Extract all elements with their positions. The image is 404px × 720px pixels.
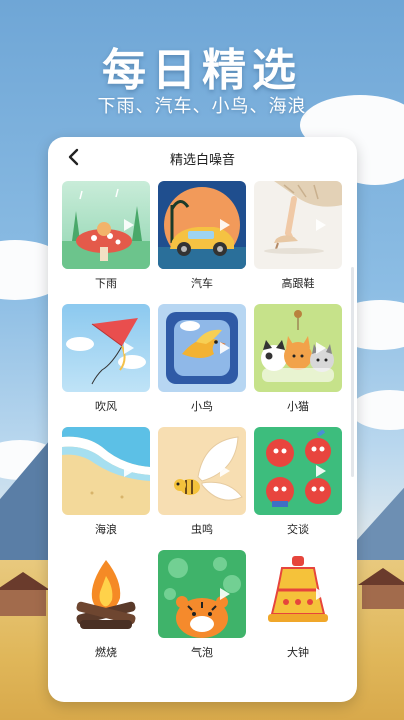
farmhouse-roof [358, 568, 404, 585]
car-illustration [158, 181, 246, 269]
sound-item-cat[interactable]: 小猫 [254, 304, 342, 427]
play-icon [316, 219, 326, 231]
play-icon [316, 465, 326, 477]
sound-label: 小鸟 [191, 400, 213, 413]
sound-item-heels[interactable]: 高跟鞋 [254, 181, 342, 304]
play-icon [124, 342, 134, 354]
play-icon [316, 588, 326, 600]
kite-illustration [62, 304, 150, 392]
sound-label: 燃烧 [95, 646, 117, 659]
play-icon [220, 342, 230, 354]
rain-mushroom-illustration [62, 181, 150, 269]
high-heel-illustration [254, 181, 342, 269]
bird-illustration [158, 304, 246, 392]
sound-label: 下雨 [95, 277, 117, 290]
play-icon [124, 465, 134, 477]
sound-item-waves[interactable]: 海浪 [62, 427, 150, 550]
app-screen-card: 精选白噪音 下雨 汽车 高跟鞋 吹风 小鸟 小猫 海浪 虫鸣 交谈 燃烧 气泡 … [48, 137, 357, 702]
farmhouse [0, 590, 46, 616]
sound-item-insects[interactable]: 虫鸣 [158, 427, 246, 550]
beach-wave-illustration [62, 427, 150, 515]
bell-illustration [254, 550, 342, 638]
promo-headline: 每日精选 [102, 45, 302, 96]
farmhouse-roof [0, 572, 50, 590]
sound-grid: 下雨 汽车 高跟鞋 吹风 小鸟 小猫 海浪 虫鸣 交谈 燃烧 气泡 大钟 [62, 181, 343, 673]
apples-chatting-illustration [254, 427, 342, 515]
page-title: 精选白噪音 [169, 153, 235, 168]
sound-label: 海浪 [95, 523, 117, 536]
top-bar: 精选白噪音 [48, 137, 357, 177]
sound-label: 吹风 [95, 400, 117, 413]
sound-item-bubbles[interactable]: 气泡 [158, 550, 246, 673]
sound-item-car[interactable]: 汽车 [158, 181, 246, 304]
sound-item-chat[interactable]: 交谈 [254, 427, 342, 550]
play-icon [124, 588, 134, 600]
play-icon [220, 219, 230, 231]
scrollbar[interactable] [351, 267, 354, 477]
campfire-illustration [62, 550, 150, 638]
sound-label: 高跟鞋 [281, 277, 315, 290]
sound-label: 小猫 [287, 400, 309, 413]
promo-subline: 下雨、汽车、小鸟、海浪 [97, 96, 307, 117]
sound-item-bird[interactable]: 小鸟 [158, 304, 246, 427]
bee-illustration [158, 427, 246, 515]
play-icon [124, 219, 134, 231]
cats-illustration [254, 304, 342, 392]
play-icon [316, 342, 326, 354]
sound-item-wind[interactable]: 吹风 [62, 304, 150, 427]
tiger-bubbles-illustration [158, 550, 246, 638]
sound-item-fire[interactable]: 燃烧 [62, 550, 150, 673]
sound-label: 交谈 [287, 523, 309, 536]
play-icon [220, 588, 230, 600]
farmhouse [362, 585, 404, 609]
sound-label: 虫鸣 [191, 523, 213, 536]
play-icon [220, 465, 230, 477]
sound-item-bell[interactable]: 大钟 [254, 550, 342, 673]
sound-label: 气泡 [191, 646, 213, 659]
sound-item-rain[interactable]: 下雨 [62, 181, 150, 304]
sound-label: 汽车 [191, 277, 213, 290]
sound-label: 大钟 [287, 646, 309, 659]
